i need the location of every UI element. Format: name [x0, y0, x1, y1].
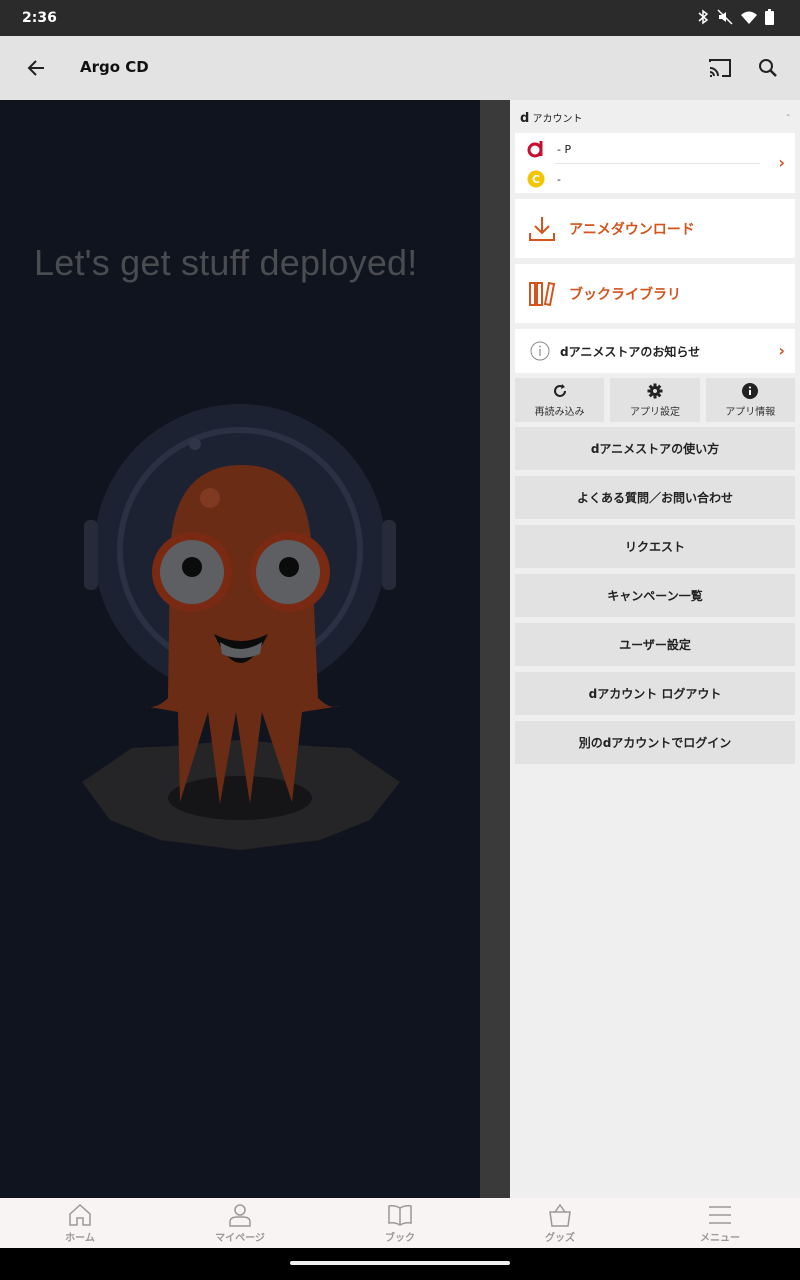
user-settings-button[interactable]: ユーザー設定 — [515, 623, 795, 666]
book-icon — [388, 1204, 412, 1226]
nav-book-label: ブック — [385, 1232, 415, 1244]
quick-actions-row: 再読み込み アプリ設定 アプリ情報 — [515, 378, 795, 422]
download-icon — [515, 215, 569, 243]
app-settings-button[interactable]: アプリ設定 — [610, 378, 700, 422]
campaign-list-button[interactable]: キャンペーン一覧 — [515, 574, 795, 617]
notice-label: dアニメストアのお知らせ — [560, 344, 701, 359]
nav-menu-label: メニュー — [700, 1232, 740, 1244]
bottom-nav: ホーム マイページ ブック グッズ メニュー — [0, 1198, 800, 1248]
info-outline-icon — [530, 341, 550, 361]
d-account-mark: d — [520, 111, 530, 126]
gear-icon — [647, 383, 663, 398]
gesture-home-handle[interactable] — [290, 1261, 510, 1265]
book-library-button[interactable]: ブックライブラリ — [515, 264, 795, 323]
chevron-right-icon: › — [778, 153, 785, 172]
notice-button[interactable]: dアニメストアのお知らせ › — [515, 329, 795, 373]
reload-label: 再読み込み — [534, 406, 585, 418]
person-icon — [229, 1203, 251, 1227]
library-icon — [515, 280, 569, 308]
account-label: アカウント — [532, 114, 583, 125]
points-divider — [555, 163, 760, 164]
logout-button[interactable]: dアカウント ログアウト — [515, 672, 795, 715]
app-info-label: アプリ情報 — [725, 406, 776, 418]
mute-icon — [717, 9, 733, 29]
reload-icon — [553, 383, 566, 397]
app-bar: Argo CD — [0, 36, 800, 100]
menu-icon — [709, 1205, 731, 1224]
reload-button[interactable]: 再読み込み — [515, 378, 605, 422]
cast-button[interactable] — [704, 52, 736, 84]
anime-download-button[interactable]: アニメダウンロード — [515, 199, 795, 258]
nav-goods-label: グッズ — [545, 1232, 575, 1244]
side-drawer: d アカウント - - P C - › アニメダウンロード ブックライブラリ d… — [510, 100, 800, 1198]
battery-icon — [765, 9, 774, 29]
nav-mypage[interactable]: マイページ — [160, 1198, 320, 1248]
status-bar: 2:36 — [0, 0, 800, 36]
search-button[interactable] — [752, 52, 784, 84]
main-content: Let's get stuff deployed! — [0, 100, 480, 1198]
anime-download-label: アニメダウンロード — [569, 221, 695, 238]
status-icons — [697, 9, 774, 29]
status-time: 2:36 — [22, 10, 57, 26]
scrim-divider — [480, 100, 510, 1198]
d-points-icon — [527, 141, 543, 158]
faq-contact-button[interactable]: よくある質問／お問い合わせ — [515, 476, 795, 519]
how-to-use-button[interactable]: dアニメストアの使い方 — [515, 427, 795, 470]
coin-value: - — [557, 172, 561, 186]
home-icon — [69, 1203, 91, 1226]
nav-book[interactable]: ブック — [320, 1198, 480, 1248]
book-library-label: ブックライブラリ — [569, 286, 681, 303]
chevron-right-icon: › — [778, 341, 785, 360]
nav-goods[interactable]: グッズ — [480, 1198, 640, 1248]
cast-icon — [709, 59, 731, 77]
coin-icon-letter: C — [532, 173, 540, 186]
d-points-value: - P — [557, 142, 572, 156]
hero-text: Let's get stuff deployed! — [34, 242, 418, 283]
request-button[interactable]: リクエスト — [515, 525, 795, 568]
d-points-row: - P — [527, 135, 571, 163]
account-header: d アカウント - — [520, 110, 790, 126]
bag-icon — [549, 1203, 571, 1227]
argo-mascot-illustration — [82, 404, 400, 850]
app-info-button[interactable]: アプリ情報 — [705, 378, 795, 422]
nav-menu[interactable]: メニュー — [640, 1198, 800, 1248]
search-icon — [759, 59, 777, 77]
wifi-icon — [741, 10, 757, 29]
app-settings-label: アプリ設定 — [629, 406, 680, 418]
back-button[interactable] — [18, 50, 54, 86]
nav-mypage-label: マイページ — [215, 1232, 265, 1244]
coin-icon: C — [527, 170, 545, 188]
nav-home-label: ホーム — [65, 1232, 95, 1244]
back-arrow-icon — [27, 60, 44, 76]
info-icon — [742, 382, 759, 399]
coin-row: C - — [527, 165, 561, 193]
app-title: Argo CD — [80, 58, 149, 76]
switch-account-login-button[interactable]: 別のdアカウントでログイン — [515, 721, 795, 764]
nav-home[interactable]: ホーム — [0, 1198, 160, 1248]
account-status: - — [786, 110, 790, 121]
points-card[interactable]: - P C - › — [515, 133, 795, 193]
bluetooth-icon — [697, 9, 709, 29]
system-nav-bar — [0, 1248, 800, 1280]
